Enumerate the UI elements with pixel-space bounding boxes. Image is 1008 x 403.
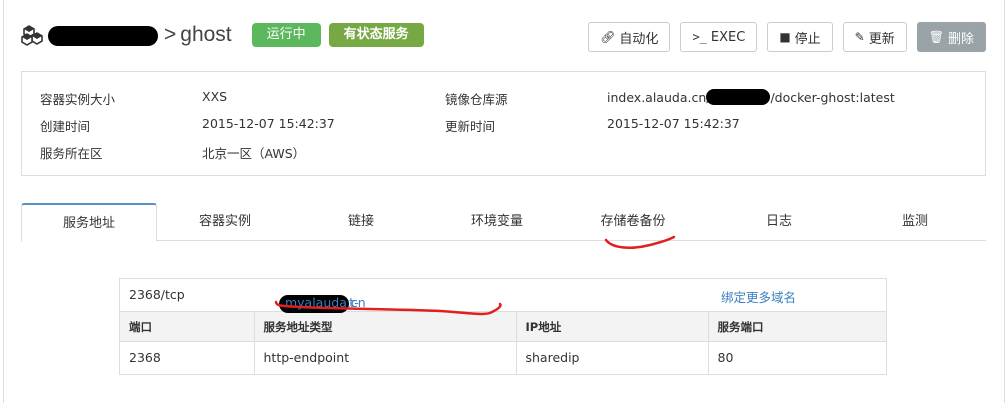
tab-logs[interactable]: 日志: [711, 203, 847, 241]
service-info-panel: 容器实例大小 XXS 镜像仓库源 index.alauda.cn/ /docker…: [21, 71, 986, 176]
exec-button[interactable]: >_ EXEC: [680, 22, 758, 52]
bind-more-domains-link[interactable]: 绑定更多域名: [721, 287, 796, 306]
cell-ip: sharedip: [516, 341, 709, 374]
cell-port: 2368: [120, 341, 255, 374]
trash-icon: 🗑︎: [928, 30, 944, 44]
tab-links[interactable]: 链接: [293, 203, 429, 241]
stop-icon: ■: [779, 30, 791, 44]
updated-value: 2015-12-07 15:42:37: [607, 116, 740, 131]
delete-button[interactable]: 🗑︎ 删除: [916, 22, 986, 52]
service-header: > ghost 运行中 有状态服务: [20, 18, 424, 52]
link-icon: 🔗︎: [600, 30, 616, 44]
updated-label: 更新时间: [445, 119, 496, 134]
tab-monitoring[interactable]: 监测: [847, 203, 983, 241]
endpoint-panel: 2368/tcp http://ghost-.myalauda.cn 绑定更多域…: [119, 278, 887, 375]
region-value: 北京一区（AWS）: [202, 146, 306, 161]
cell-address-type: http-endpoint: [254, 341, 517, 374]
image-suffix: /docker-ghost:latest: [770, 90, 895, 105]
url-suffix: .myalauda.cn: [281, 295, 366, 310]
created-label: 创建时间: [40, 119, 91, 134]
delete-label: 删除: [947, 31, 974, 47]
col-service-port: 服务端口: [708, 311, 886, 342]
image-value: index.alauda.cn/ /docker-ghost:latest: [607, 89, 895, 105]
terminal-icon: >_: [692, 30, 707, 44]
tab-volume-backup[interactable]: 存储卷备份: [565, 203, 701, 241]
update-button[interactable]: ✎ 更新: [842, 22, 907, 52]
created-value: 2015-12-07 15:42:37: [202, 116, 335, 131]
image-label: 镜像仓库源: [445, 92, 508, 107]
col-port: 端口: [120, 311, 255, 342]
tab-env-vars[interactable]: 环境变量: [429, 203, 565, 241]
exec-label: EXEC: [710, 29, 746, 45]
size-label: 容器实例大小: [40, 92, 116, 107]
automation-label: 自动化: [619, 31, 659, 47]
col-address-type: 服务地址类型: [254, 311, 517, 342]
breadcrumb-separator: >: [164, 23, 177, 46]
tab-container-instances[interactable]: 容器实例: [157, 203, 293, 241]
status-badge: 运行中: [251, 23, 321, 47]
page-title: ghost: [180, 23, 232, 46]
image-prefix: index.alauda.cn/: [607, 90, 711, 105]
table-row: 2368 http-endpoint sharedip 80: [120, 341, 886, 374]
pencil-icon: ✎: [854, 30, 865, 44]
endpoint-table: 端口 服务地址类型 IP地址 服务端口 2368 http-endpoint s…: [120, 311, 886, 374]
update-label: 更新: [868, 31, 895, 47]
endpoint-header: 2368/tcp http://ghost-.myalauda.cn 绑定更多域…: [120, 279, 886, 313]
redacted-namespace: [48, 26, 158, 46]
cubes-logo-icon: [21, 25, 43, 46]
stop-button[interactable]: ■ 停止: [767, 22, 833, 52]
stop-label: 停止: [794, 31, 821, 47]
region-label: 服务所在区: [40, 146, 103, 161]
size-value: XXS: [202, 89, 228, 104]
detail-tabs: 服务地址 容器实例 链接 环境变量 存储卷备份 日志 监测: [21, 203, 986, 242]
toolbar: 🔗︎ 自动化 >_ EXEC ■ 停止 ✎ 更新 🗑︎ 删除: [578, 22, 986, 52]
tab-service-address[interactable]: 服务地址: [21, 203, 157, 242]
port-protocol: 2368/tcp: [129, 287, 185, 302]
redacted-image-namespace: [706, 89, 771, 105]
cell-service-port: 80: [717, 350, 734, 366]
col-ip: IP地址: [516, 311, 709, 342]
automation-button[interactable]: 🔗︎ 自动化: [588, 22, 671, 52]
service-type-badge: 有状态服务: [328, 23, 424, 47]
